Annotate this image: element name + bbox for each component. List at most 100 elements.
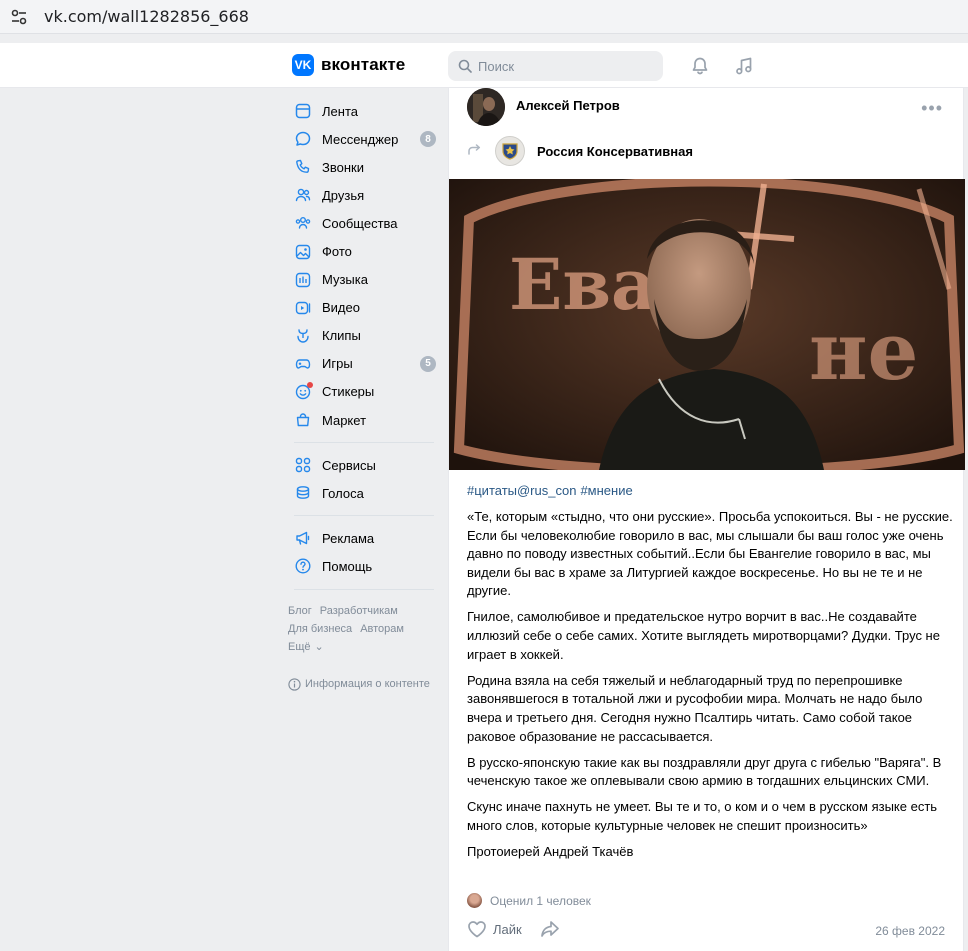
browser-address-bar: vk.com/wall1282856_668 <box>0 0 968 34</box>
repost-row: Россия Консервативная <box>467 136 693 166</box>
footer-link-authors[interactable]: Авторам <box>360 623 404 635</box>
video-icon <box>294 299 312 317</box>
nav-item-votes[interactable]: Голоса <box>284 479 444 507</box>
messenger-icon <box>294 130 312 148</box>
nav-item-label: Маркет <box>322 412 367 428</box>
post-date[interactable]: 26 фев 2022 <box>875 924 945 938</box>
hashtag-link[interactable]: #мнение <box>580 483 632 498</box>
post-paragraph: Родина взяла на себя тяжелый и неблагода… <box>467 672 923 744</box>
music-icon <box>294 271 312 289</box>
post-paragraph: Скунс иначе пахнуть не умеет. Вы те и то… <box>467 799 938 833</box>
vk-logo[interactable]: VK вконтакте <box>292 54 405 76</box>
share-icon <box>540 921 559 937</box>
like-label: Лайк <box>493 921 522 937</box>
vk-header: VK вконтакте <box>0 43 968 88</box>
services-icon <box>294 456 312 474</box>
post-paragraph: Гнилое, самолюбивое и предательское нутр… <box>467 609 940 662</box>
nav-item-label: Звонки <box>322 159 364 175</box>
nav-item-music[interactable]: Музыка <box>284 266 444 294</box>
group-avatar[interactable] <box>495 136 525 166</box>
nav-item-services[interactable]: Сервисы <box>284 451 444 479</box>
footer-more-label: Ещё <box>288 640 311 653</box>
help-icon <box>294 557 312 575</box>
photo-icon <box>294 243 312 261</box>
nav-item-calls[interactable]: Звонки <box>284 153 444 181</box>
post-paragraph: «Те, которым «стыдно, что они русские». … <box>467 509 953 599</box>
footer-link-blog[interactable]: Блог <box>288 605 312 617</box>
nav-item-label: Клипы <box>322 328 361 344</box>
nav-item-market[interactable]: Маркет <box>284 406 444 434</box>
nav-divider <box>294 442 434 444</box>
nav-item-label: Сервисы <box>322 457 376 473</box>
nav-divider <box>294 515 434 517</box>
post-more-icon[interactable]: ••• <box>921 98 943 119</box>
wall-post: Алексей Петров ••• Россия Консервативная… <box>448 88 965 951</box>
chevron-down-icon: ⌄ <box>314 640 324 653</box>
friends-icon <box>294 186 312 204</box>
nav-item-ads[interactable]: Реклама <box>284 524 444 552</box>
svg-text:не: не <box>809 304 918 398</box>
communities-icon <box>294 214 312 232</box>
nav-item-feed[interactable]: Лента <box>284 97 444 125</box>
votes-icon <box>294 484 312 502</box>
nav-item-help[interactable]: Помощь <box>284 552 444 580</box>
nav-item-label: Реклама <box>322 530 375 546</box>
search-input[interactable] <box>478 58 648 74</box>
nav-footer: Блог Разработчикам Для бизнеса Авторам Ещё… <box>284 602 444 656</box>
games-counter-badge: 5 <box>420 355 436 372</box>
post-author-row: Алексей Петров <box>467 88 620 126</box>
heart-icon <box>468 921 486 938</box>
share-button[interactable] <box>540 920 560 938</box>
stickers-notification-dot <box>307 381 313 388</box>
nav-item-video[interactable]: Видео <box>284 294 444 322</box>
repost-arrow-icon <box>467 143 481 159</box>
market-icon <box>294 411 312 429</box>
nav-divider <box>294 588 434 590</box>
nav-item-label: Игры <box>322 356 353 372</box>
nav-item-clips[interactable]: Клипы <box>284 322 444 350</box>
search-box[interactable] <box>448 51 663 81</box>
music-note-icon[interactable] <box>732 54 756 78</box>
nav-item-friends[interactable]: Друзья <box>284 181 444 209</box>
nav-item-label: Музыка <box>322 272 368 288</box>
hashtag-link[interactable]: #цитаты@rus_con <box>467 483 576 498</box>
nav-item-photo[interactable]: Фото <box>284 237 444 265</box>
nav-item-label: Фото <box>322 244 352 260</box>
content-info-link[interactable]: Информация о контенте <box>284 677 444 691</box>
nav-item-stickers[interactable]: Стикеры <box>284 378 444 406</box>
bell-icon[interactable] <box>688 54 712 78</box>
feed-icon <box>294 102 312 120</box>
nav-item-label: Мессенджер <box>322 131 399 147</box>
post-image[interactable]: Ева не <box>449 179 965 470</box>
nav-item-label: Лента <box>322 103 358 119</box>
games-icon <box>294 355 312 373</box>
nav-item-messenger[interactable]: Мессенджер 8 <box>284 125 444 153</box>
nav-item-label: Сообщества <box>322 215 398 231</box>
stickers-icon <box>294 381 313 401</box>
search-icon <box>458 59 472 73</box>
footer-more[interactable]: Ещё ⌄ <box>288 638 444 656</box>
author-name[interactable]: Алексей Петров <box>516 98 620 113</box>
phone-icon <box>294 158 312 176</box>
vk-logo-text: вконтакте <box>321 55 406 74</box>
content-info-label: Информация о контенте <box>305 678 430 690</box>
author-avatar[interactable] <box>467 88 505 126</box>
vk-logo-icon: VK <box>292 54 314 76</box>
group-name[interactable]: Россия Консервативная <box>537 144 693 159</box>
nav-item-communities[interactable]: Сообщества <box>284 209 444 237</box>
like-button[interactable]: Лайк <box>467 920 522 938</box>
ads-icon <box>294 529 312 547</box>
footer-link-developers[interactable]: Разработчикам <box>320 605 398 617</box>
footer-link-business[interactable]: Для бизнеса <box>288 623 352 635</box>
nav-item-games[interactable]: Игры 5 <box>284 350 444 378</box>
clips-icon <box>294 327 312 345</box>
site-info-icon[interactable] <box>6 4 32 30</box>
likes-info[interactable]: Оценил 1 человек <box>467 893 591 908</box>
url-field[interactable]: vk.com/wall1282856_668 <box>44 7 249 26</box>
post-body: #цитаты@rus_con #мнение «Те, которым «сты… <box>467 483 953 869</box>
messenger-counter-badge: 8 <box>420 131 436 148</box>
post-actions: Лайк <box>467 920 578 938</box>
post-paragraph: В русско-японскую такие как вы поздравля… <box>467 754 942 789</box>
nav-item-label: Стикеры <box>322 384 375 400</box>
svg-text:Ева: Ева <box>509 243 656 326</box>
